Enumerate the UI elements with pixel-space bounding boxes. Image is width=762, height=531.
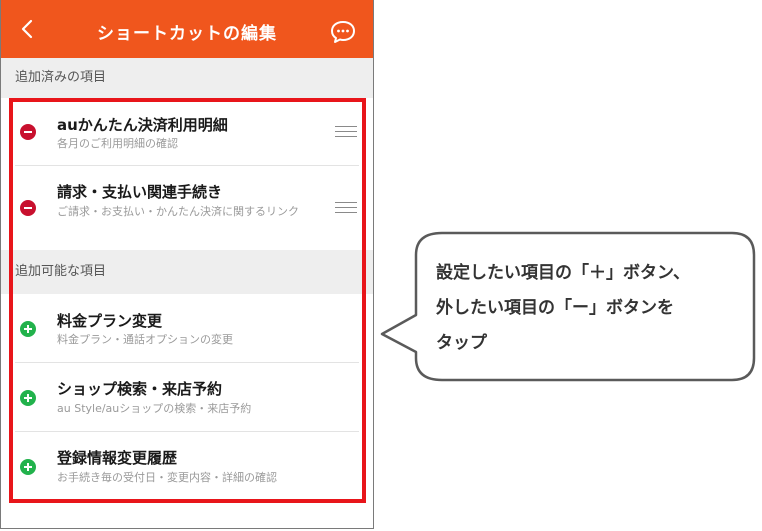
page-title: ショートカットの編集 xyxy=(97,24,277,44)
item-title: 登録情報変更履歴 xyxy=(57,449,178,467)
list-item[interactable]: 料金プラン変更 料金プラン・通話オプションの変更 xyxy=(1,294,373,362)
item-subtitle: 料金プラン・通話オプションの変更 xyxy=(57,333,233,346)
chat-bubble-icon[interactable] xyxy=(330,20,356,44)
added-list: auかんたん決済利用明細 各月のご利用明細の確認 請求・支払い関連手続き ご請求… xyxy=(1,98,373,250)
item-subtitle: au Style/auショップの検索・来店予約 xyxy=(57,402,252,415)
item-subtitle: 各月のご利用明細の確認 xyxy=(57,137,178,150)
phone-screen: ショートカットの編集 追加済みの項目 auかんたん決済利用明細 各月のご利用明細… xyxy=(0,0,374,529)
add-icon[interactable] xyxy=(20,390,36,406)
callout-line: タップ xyxy=(436,333,487,353)
add-icon[interactable] xyxy=(20,459,36,475)
available-list: 料金プラン変更 料金プラン・通話オプションの変更 ショップ検索・来店予約 au … xyxy=(1,294,373,528)
add-icon[interactable] xyxy=(20,321,36,337)
callout-line: 設定したい項目の「＋」ボタン、 xyxy=(436,263,690,283)
item-title: 料金プラン変更 xyxy=(57,312,163,330)
item-title: 請求・支払い関連手続き xyxy=(57,183,223,201)
list-item[interactable]: ショップ検索・来店予約 au Style/auショップの検索・来店予約 xyxy=(1,363,373,431)
remove-icon[interactable] xyxy=(20,124,36,140)
item-subtitle: お手続き毎の受付日・変更内容・詳細の確認 xyxy=(57,471,277,484)
remove-icon[interactable] xyxy=(20,200,36,216)
callout-text: 設定したい項目の「＋」ボタン、 外したい項目の「ー」ボタンを タップ xyxy=(436,256,756,361)
callout-line: 外したい項目の「ー」ボタンを xyxy=(436,298,674,318)
app-header: ショートカットの編集 xyxy=(1,0,373,58)
section-header-available: 追加可能な項目 xyxy=(1,250,373,294)
list-item[interactable]: auかんたん決済利用明細 各月のご利用明細の確認 xyxy=(1,98,373,166)
item-title: ショップ検索・来店予約 xyxy=(57,380,223,398)
drag-handle-icon[interactable] xyxy=(335,126,357,138)
section-header-added: 追加済みの項目 xyxy=(1,58,373,98)
item-subtitle: ご請求・お支払い・かんたん決済に関するリンク xyxy=(57,205,299,218)
list-item[interactable]: 請求・支払い関連手続き ご請求・お支払い・かんたん決済に関するリンク xyxy=(1,166,373,250)
item-title: auかんたん決済利用明細 xyxy=(57,116,228,134)
list-item[interactable]: 登録情報変更履歴 お手続き毎の受付日・変更内容・詳細の確認 xyxy=(1,432,373,502)
drag-handle-icon[interactable] xyxy=(335,202,357,214)
